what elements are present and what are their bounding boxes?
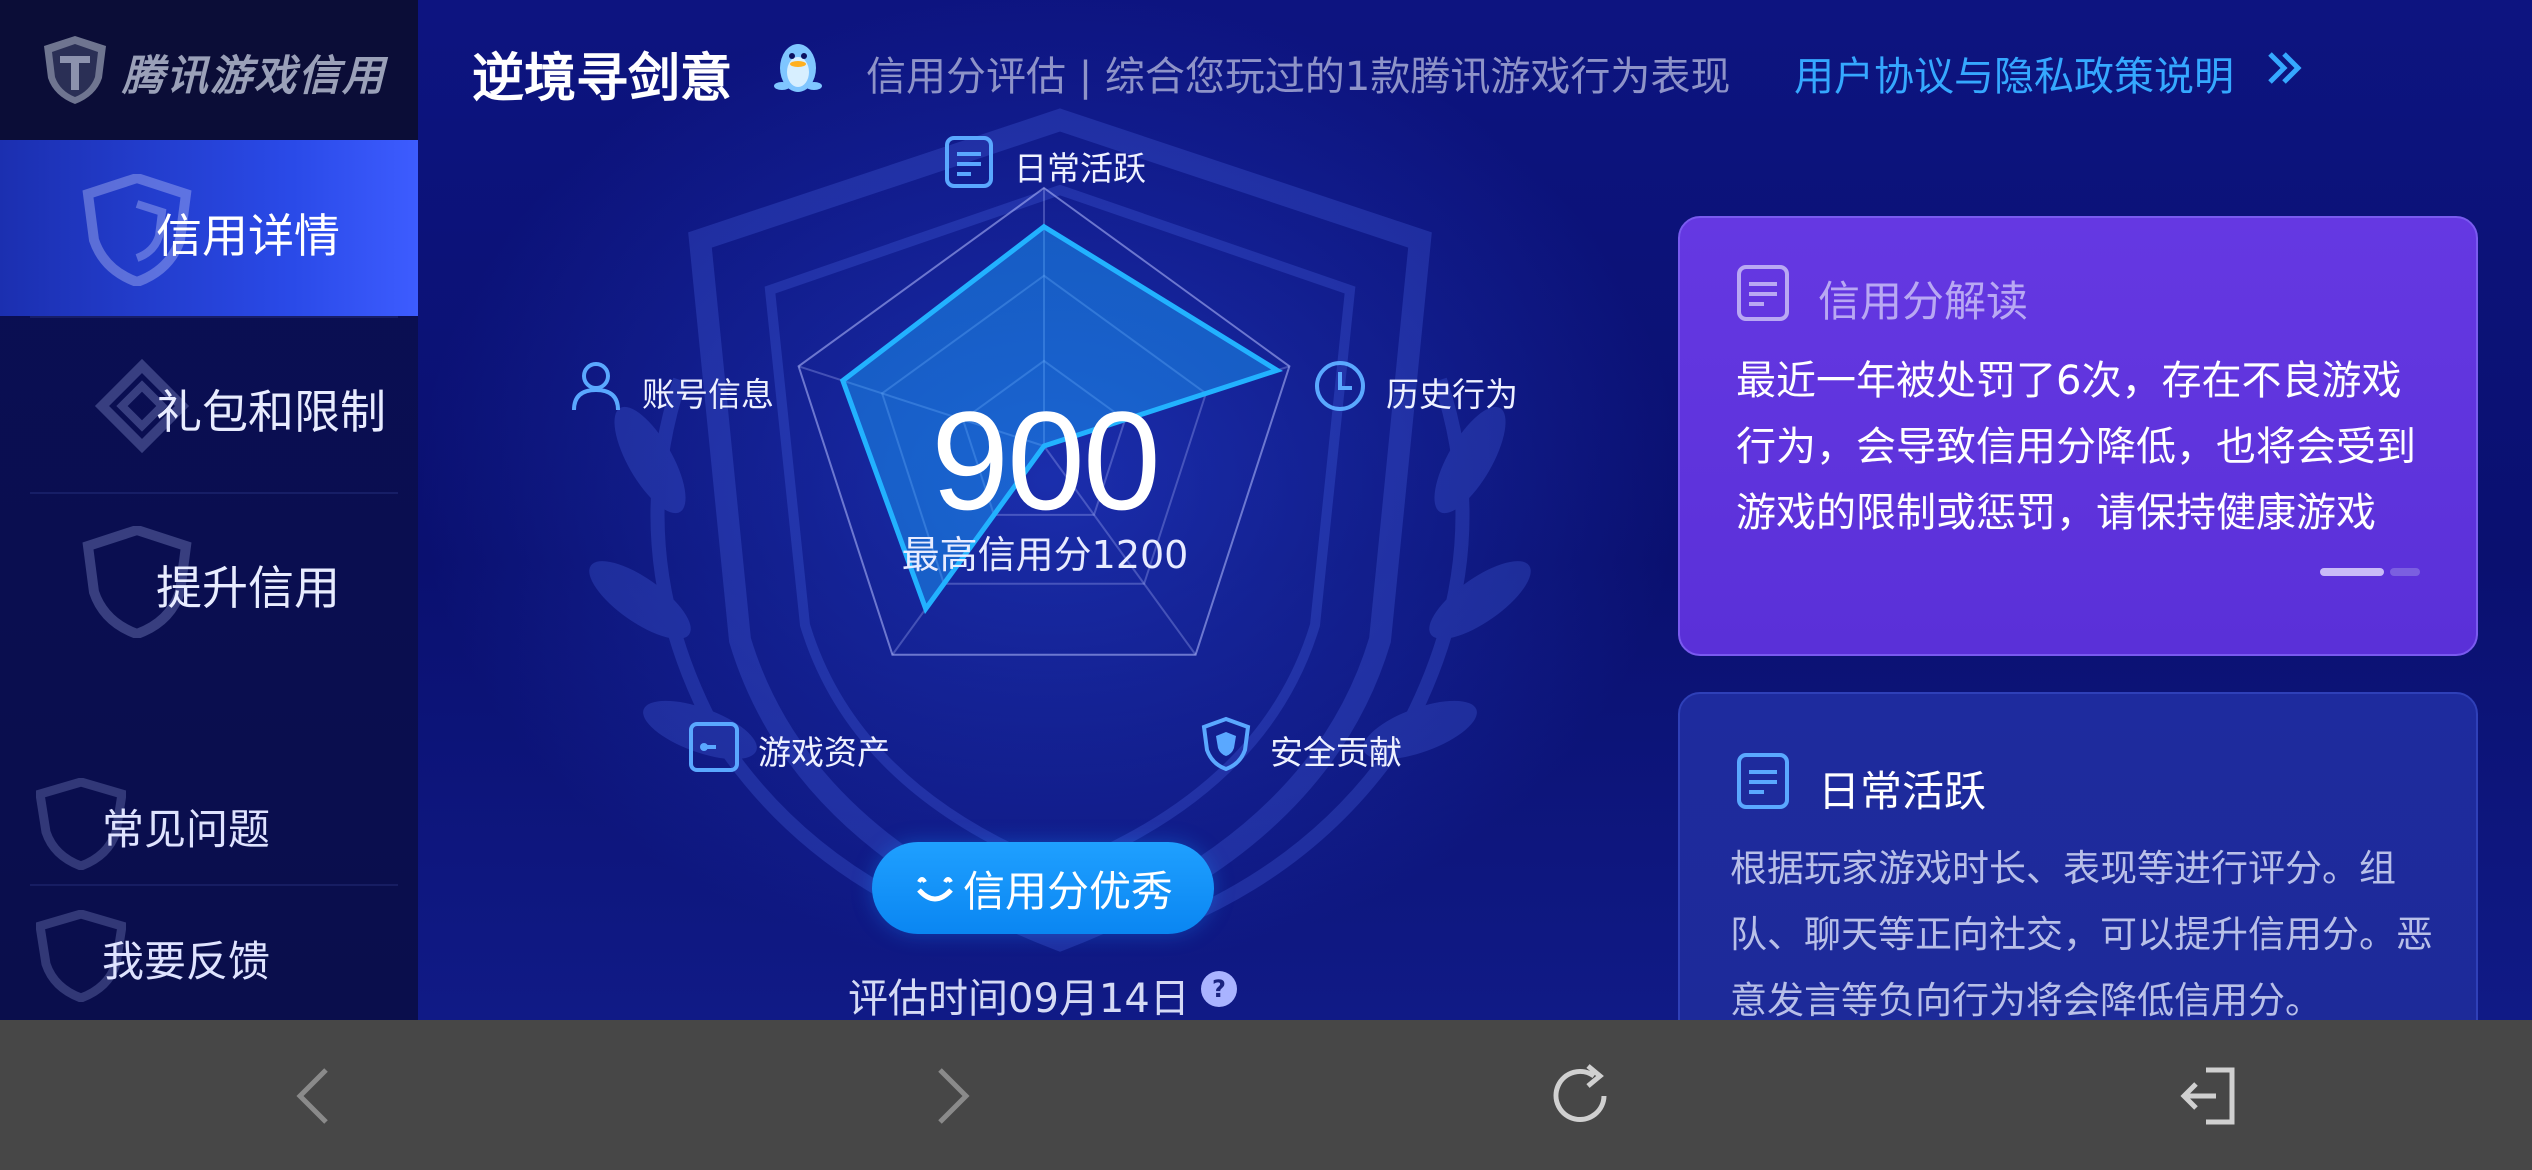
double-chevron-right-icon[interactable] [2262,46,2306,90]
sidebar-item-faq[interactable]: 常见问题 [0,754,418,884]
sidebar: 腾讯游戏信用 信用详情 礼包和限制 提升信用 常见问题 我要反馈 [0,0,418,1020]
sidebar-item-label: 礼包和限制 [156,385,386,439]
back-icon[interactable] [276,1056,356,1136]
tencent-credit-logo [44,36,106,104]
credit-score: 900 [931,382,1161,539]
exit-icon[interactable] [2170,1056,2250,1136]
brand-name: 腾讯游戏信用 [122,51,387,100]
privacy-policy-link[interactable]: 用户协议与隐私政策说明 [1794,44,2234,102]
page-indicator [2320,568,2420,576]
wallet-icon [689,722,739,772]
svg-text:?: ? [1212,975,1226,1003]
document-icon [945,136,993,188]
daily-activity-card: 日常活跃 根据玩家游戏时长、表现等进行评分。组队、聊天等正向社交，可以提升信用分… [1678,692,2478,1020]
axis-label-history: 历史行为 [1386,375,1518,414]
max-credit-score: 最高信用分1200 [901,533,1189,577]
sidebar-item-improve-credit[interactable]: 提升信用 [0,492,418,668]
axis-label-account-info: 账号信息 [642,375,774,414]
header-subtitle: 信用分评估 | 综合您玩过的1款腾讯游戏行为表现 [866,54,1731,100]
app-screen: 腾讯游戏信用 信用详情 礼包和限制 提升信用 常见问题 我要反馈 逆境寻剑意 信… [0,0,2532,1020]
user-icon [572,362,620,411]
credit-rating-button[interactable]: 信用分优秀 [872,842,1214,934]
clock-icon [1315,361,1365,411]
sidebar-item-label: 常见问题 [102,805,271,854]
brand-header: 腾讯游戏信用 [0,0,418,140]
help-icon[interactable]: ? [1200,970,1238,1008]
game-title: 逆境寻剑意 [472,49,733,109]
evaluation-time: 评估时间09月14日 [848,976,1190,1020]
card-title: 信用分解读 [1818,277,2029,326]
card-title: 日常活跃 [1818,767,1987,816]
qq-penguin-icon [774,44,822,92]
sidebar-item-feedback[interactable]: 我要反馈 [0,886,418,1016]
credit-rating-label: 信用分优秀 [962,866,1173,916]
axis-label-game-assets: 游戏资产 [758,733,890,772]
card-body: 最近一年被处罚了6次，存在不良游戏行为，会导致信用分降低，也将会受到游戏的限制或… [1736,358,2416,536]
axis-label-daily-activity: 日常活跃 [1014,149,1146,188]
credit-interpretation-card: 信用分解读 最近一年被处罚了6次，存在不良游戏行为，会导致信用分降低，也将会受到… [1678,216,2478,656]
smile-icon [917,877,953,902]
forward-icon[interactable] [910,1056,990,1136]
document-icon [1737,265,1789,321]
sidebar-item-label: 信用详情 [156,209,340,263]
sidebar-item-gifts-limits[interactable]: 礼包和限制 [0,316,418,492]
axis-label-security: 安全贡献 [1270,733,1402,772]
sidebar-item-credit-details[interactable]: 信用详情 [0,140,418,316]
shield-icon [1201,716,1251,772]
refresh-icon[interactable] [1542,1056,1622,1136]
browser-toolbar [0,1020,2532,1170]
sidebar-item-label: 我要反馈 [102,937,271,986]
card-body: 根据玩家游戏时长、表现等进行评分。组队、聊天等正向社交，可以提升信用分。恶意发言… [1730,847,2433,1020]
document-icon [1737,753,1789,809]
sidebar-item-label: 提升信用 [156,561,340,615]
